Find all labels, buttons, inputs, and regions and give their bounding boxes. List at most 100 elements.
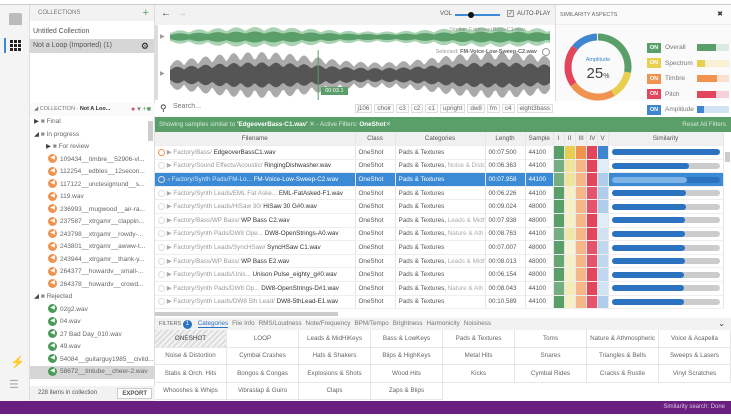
- tag[interactable]: dw8: [467, 104, 485, 113]
- category-filter[interactable]: Vinyl Scratches: [659, 365, 731, 383]
- caret-right-icon[interactable]: ▶: [46, 143, 51, 150]
- play-dot-icon[interactable]: ◀: [48, 216, 57, 226]
- grid-icon[interactable]: [10, 39, 22, 51]
- category-filter[interactable]: Bass & LowKeys: [371, 330, 443, 348]
- category-filter[interactable]: Pads & Textures: [443, 330, 515, 348]
- play-icon[interactable]: ▶: [167, 190, 172, 197]
- play-icon[interactable]: ▶: [167, 203, 172, 210]
- play-similar-icon[interactable]: ▶: [160, 33, 165, 40]
- tree-file[interactable]: ◀ 49.wav: [30, 341, 155, 354]
- tree-file[interactable]: ◀ 109434__timbre__52906-vl...: [30, 154, 155, 167]
- table-row[interactable]: ▶ Factory/Bass/ EdgeoverBassC1.wav OneSho…: [155, 145, 724, 160]
- radio-icon[interactable]: [158, 162, 165, 170]
- aspect-toggle[interactable]: ON: [647, 42, 661, 53]
- tag[interactable]: c3: [396, 104, 409, 113]
- tree-file[interactable]: ◀ 54084__guitarguy1985__civild...: [30, 354, 155, 367]
- play-icon[interactable]: ▶: [167, 299, 172, 306]
- radio-icon[interactable]: [158, 189, 165, 197]
- category-filter[interactable]: Noise & Distortion: [155, 347, 227, 365]
- table-row[interactable]: ▶ Factory/Sound Effects/Acoustic/ Ringin…: [155, 159, 724, 174]
- back-arrow-icon[interactable]: ←: [161, 8, 171, 19]
- reset-filters-button[interactable]: Reset All Filters: [682, 117, 726, 132]
- circle-icon[interactable]: [542, 48, 550, 56]
- column-header[interactable]: Categories: [395, 132, 486, 147]
- category-filter[interactable]: Sweeps & Lasers: [659, 347, 731, 365]
- aspect-weight-slider[interactable]: [697, 75, 729, 82]
- tree-file[interactable]: ◀ 112254__edbles__12secon...: [30, 166, 155, 179]
- tree-file[interactable]: ◀ 117122__unclesigmund__s...: [30, 179, 155, 192]
- tree-folder[interactable]: ▶ ■ Final: [30, 116, 155, 129]
- filter-tab[interactable]: BPM/Tempo: [354, 320, 388, 327]
- play-icon[interactable]: ▶: [167, 244, 172, 251]
- aspect-weight-slider[interactable]: [697, 106, 729, 113]
- tag[interactable]: choir: [374, 104, 395, 113]
- column-header[interactable]: III: [575, 132, 587, 147]
- play-dot-icon[interactable]: ◀: [48, 366, 57, 376]
- tree-file[interactable]: ◀ 02g2.wav: [30, 304, 155, 317]
- collapse-chevron-icon[interactable]: ⌄: [718, 318, 725, 330]
- drive-icon[interactable]: [9, 13, 22, 25]
- tag[interactable]: eight3bass: [516, 104, 553, 113]
- category-filter[interactable]: Hats & Shakers: [299, 347, 371, 365]
- play-dot-icon[interactable]: ◀: [48, 229, 57, 239]
- play-dot-icon[interactable]: ◀: [48, 179, 57, 189]
- tag[interactable]: c4: [501, 104, 515, 113]
- horizontal-scrollbar[interactable]: [155, 312, 338, 316]
- category-filter[interactable]: Cracks & Rustle: [587, 365, 659, 383]
- tree-folder[interactable]: ▶ ■ For review: [30, 141, 155, 154]
- table-row[interactable]: ◂ Factory/Synth Pads/FM-Lo... FM-Voice-L…: [155, 172, 724, 187]
- column-header[interactable]: Length: [485, 132, 526, 147]
- category-filter[interactable]: LOOP: [227, 330, 299, 348]
- category-filter[interactable]: Metal Hits: [443, 347, 515, 365]
- filter-tab[interactable]: Categories: [197, 320, 229, 328]
- table-row[interactable]: ▶ Factory/Synth Pads/DW8 Ope... DW8-Open…: [155, 227, 724, 242]
- category-filter[interactable]: ONESHOT: [155, 330, 227, 348]
- caret-right-icon[interactable]: ▶: [34, 118, 39, 125]
- column-header[interactable]: Class: [355, 132, 396, 147]
- filter-tab[interactable]: RMS/Loudness: [259, 320, 302, 327]
- category-filter[interactable]: Snares: [515, 347, 587, 365]
- table-row[interactable]: ▶ Factory/Synth Leads/SyncHSaw/ SyncHSaw…: [155, 240, 724, 255]
- category-filter[interactable]: Blips & HighKeys: [371, 347, 443, 365]
- category-filter[interactable]: Cymbal Rides: [515, 365, 587, 383]
- column-header[interactable]: I: [553, 132, 565, 147]
- tag[interactable]: upright: [440, 104, 466, 113]
- volume-knob[interactable]: [467, 11, 474, 18]
- new-folder-icon[interactable]: +■: [143, 106, 151, 113]
- column-header[interactable]: Filename: [155, 132, 356, 147]
- play-icon[interactable]: ▶: [167, 149, 172, 156]
- play-dot-icon[interactable]: ◀: [48, 241, 57, 251]
- tree-file[interactable]: ◀ 237587__xtrgamr__clappin...: [30, 216, 155, 229]
- column-header[interactable]: Sample: [525, 132, 554, 147]
- play-dot-icon[interactable]: ◀: [48, 354, 57, 364]
- category-filter[interactable]: Triangles & Bells: [587, 347, 659, 365]
- play-dot-icon[interactable]: ◀: [48, 329, 57, 339]
- filter-tab[interactable]: Noisiness: [464, 320, 491, 327]
- play-dot-icon[interactable]: ◀: [48, 341, 57, 351]
- category-filter[interactable]: Kicks: [443, 365, 515, 383]
- table-row[interactable]: ▶ Factory/Synth Leads/EML Fat Aske... EM…: [155, 186, 724, 201]
- tree-file[interactable]: ◀ 119.wav: [30, 191, 155, 204]
- category-filter[interactable]: Claps: [299, 382, 371, 400]
- aspect-weight-slider[interactable]: [697, 59, 729, 67]
- tree-file[interactable]: ◀ 58672__tintube__cheer-2.wav: [30, 366, 155, 379]
- column-header[interactable]: II: [564, 132, 576, 147]
- play-dot-icon[interactable]: ◀: [48, 254, 57, 264]
- filter-tab[interactable]: Harmonicity: [427, 320, 460, 327]
- play-dot-icon[interactable]: ◀: [48, 191, 57, 201]
- play-icon[interactable]: ▶: [167, 258, 172, 265]
- tree-file[interactable]: ◀ 264378__howardv__crowd...: [30, 279, 155, 292]
- tree-folder[interactable]: ◢ ■ Rejected: [30, 291, 155, 304]
- table-row[interactable]: ▶ Factory/Bass/WP Bass/ WP Bass C2.wav On…: [155, 213, 724, 228]
- tree-file[interactable]: ◀ 243801__xtrgamr__awww-t...: [30, 241, 155, 254]
- aspect-toggle[interactable]: ON: [647, 89, 661, 100]
- color-dot-icon[interactable]: ●: [131, 106, 135, 113]
- volume-slider[interactable]: [455, 11, 500, 18]
- filter-tab[interactable]: File Info: [232, 320, 254, 327]
- sliders-icon[interactable]: ☰: [9, 378, 19, 391]
- play-icon[interactable]: ▶: [167, 271, 172, 278]
- play-icon[interactable]: ▶: [167, 163, 172, 170]
- tree-file[interactable]: ◀ 27 Bad Day_010.wav: [30, 329, 155, 342]
- export-button[interactable]: EXPORT: [117, 388, 152, 399]
- table-row[interactable]: ▶ Factory/Synth Leads/HiSaw 30/ HiSaw 30…: [155, 199, 724, 215]
